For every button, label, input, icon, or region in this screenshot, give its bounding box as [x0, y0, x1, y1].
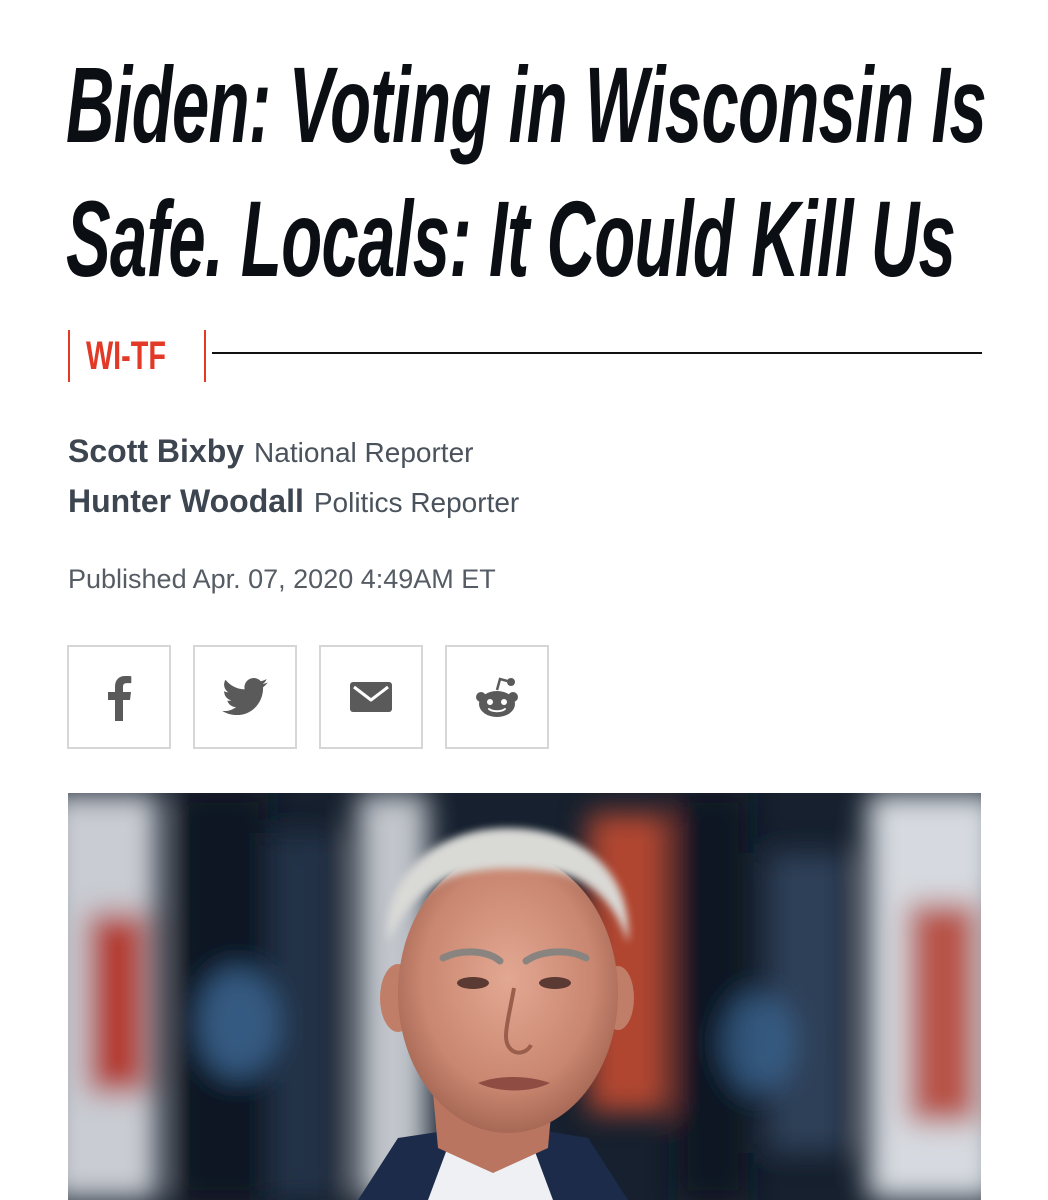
- reddit-icon: [476, 677, 518, 717]
- rubric-label[interactable]: WI-TF: [86, 334, 166, 378]
- author-role: Politics Reporter: [313, 487, 520, 518]
- author-name[interactable]: Scott Bixby: [68, 433, 244, 469]
- author-role: National Reporter: [254, 437, 474, 468]
- share-twitter-button[interactable]: [193, 645, 297, 749]
- share-bar: [67, 645, 549, 749]
- article-headline: Biden: Voting in Wisconsin Is Safe. Loca…: [66, 38, 987, 306]
- email-icon: [350, 682, 392, 712]
- share-email-button[interactable]: [319, 645, 423, 749]
- author-name[interactable]: Hunter Woodall: [68, 483, 304, 519]
- headline-line-1: Biden: Voting in Wisconsin Is: [66, 44, 987, 165]
- rubric-bar-left: [68, 330, 70, 382]
- headline-line-2: Safe. Locals: It Could Kill Us: [66, 178, 956, 299]
- bylines: Scott Bixby National Reporter Hunter Wood…: [68, 428, 519, 528]
- twitter-icon: [222, 678, 268, 716]
- section-rubric: WI-TF: [66, 330, 982, 382]
- share-reddit-button[interactable]: [445, 645, 549, 749]
- rubric-divider: [212, 352, 982, 354]
- published-date: Published Apr. 07, 2020 4:49AM ET: [68, 564, 496, 594]
- byline-row: Scott Bixby National Reporter: [68, 428, 519, 478]
- share-facebook-button[interactable]: [67, 645, 171, 749]
- facebook-icon: [108, 676, 132, 721]
- hero-photo-illustration: [68, 793, 981, 1200]
- rubric-bar-right: [204, 330, 206, 382]
- byline-row: Hunter Woodall Politics Reporter: [68, 478, 519, 528]
- hero-image: [68, 793, 981, 1200]
